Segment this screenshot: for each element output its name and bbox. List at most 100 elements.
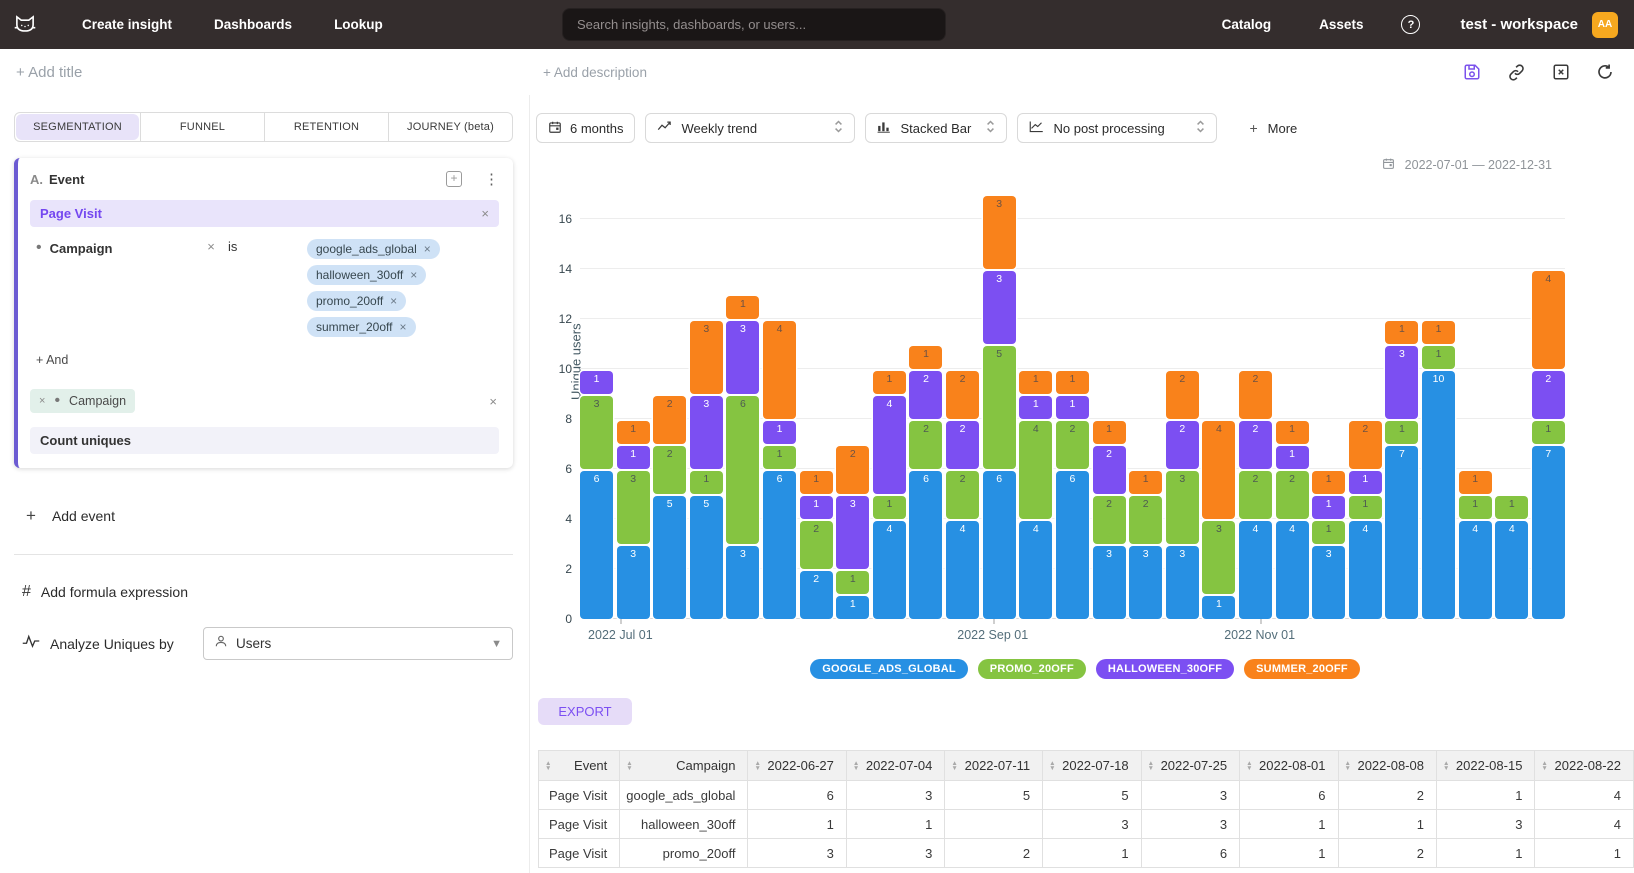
nav-catalog[interactable]: Catalog bbox=[1222, 17, 1272, 32]
workspace-name[interactable]: test - workspace bbox=[1460, 16, 1578, 33]
tab-funnel[interactable]: FUNNEL bbox=[140, 113, 264, 141]
add-formula-button[interactable]: # Add formula expression bbox=[22, 583, 513, 601]
selected-event[interactable]: Page Visit × bbox=[30, 200, 499, 227]
table-cell: 2 bbox=[1338, 839, 1436, 868]
column-header[interactable]: ▲▼Event bbox=[539, 751, 620, 781]
remove-filter-value-icon[interactable]: × bbox=[410, 268, 417, 282]
segment-value-label: 5 bbox=[653, 498, 686, 510]
filter-value-tag[interactable]: halloween_30off× bbox=[307, 265, 426, 285]
bar-segment: 1 bbox=[1349, 496, 1382, 519]
bar-segment: 6 bbox=[909, 471, 942, 619]
tab-segmentation[interactable]: SEGMENTATION bbox=[16, 114, 139, 140]
remove-event-icon[interactable]: × bbox=[481, 206, 489, 221]
filter-operator[interactable]: is bbox=[228, 239, 237, 254]
app-logo-cat-icon[interactable] bbox=[10, 10, 40, 40]
nav-assets[interactable]: Assets bbox=[1319, 17, 1363, 32]
bar-segment: 1 bbox=[690, 471, 723, 494]
bullet-icon: • bbox=[54, 392, 60, 410]
remove-breakdown-icon[interactable]: × bbox=[39, 395, 45, 407]
column-header[interactable]: ▲▼ 2022-08-01 bbox=[1240, 751, 1338, 781]
chart-type-select[interactable]: Stacked Bar bbox=[865, 113, 1007, 143]
hash-icon: # bbox=[22, 583, 31, 601]
bar-segment: 2 bbox=[1129, 496, 1162, 544]
table-cell: Page Visit bbox=[539, 810, 620, 839]
column-header[interactable]: ▲▼2022-06-27 bbox=[748, 751, 846, 781]
sort-icon[interactable]: ▲▼ bbox=[1345, 761, 1351, 771]
filter-value-tag[interactable]: google_ads_global× bbox=[307, 239, 440, 259]
segment-value-label: 3 bbox=[836, 498, 869, 510]
analyze-by-select[interactable]: Users ▼ bbox=[203, 627, 513, 660]
sort-icon[interactable]: ▲▼ bbox=[1541, 761, 1547, 771]
export-button[interactable]: EXPORT bbox=[538, 698, 632, 725]
sort-icon[interactable]: ▲▼ bbox=[754, 761, 760, 771]
column-header[interactable]: ▲▼2022-08-08 bbox=[1338, 751, 1436, 781]
column-header[interactable]: ▲▼2022-08-22 bbox=[1535, 751, 1634, 781]
add-and-condition[interactable]: + And bbox=[36, 353, 499, 367]
legend-item[interactable]: HALLOWEEN_30OFF bbox=[1096, 659, 1234, 679]
event-menu-icon[interactable]: ⋮ bbox=[484, 170, 499, 188]
column-header-label: 2022-07-18 bbox=[1060, 758, 1129, 773]
add-description-button[interactable]: + Add description bbox=[543, 65, 647, 80]
legend-item[interactable]: PROMO_20OFF bbox=[978, 659, 1086, 679]
nav-lookup[interactable]: Lookup bbox=[334, 17, 383, 32]
remove-filter-value-icon[interactable]: × bbox=[424, 242, 431, 256]
remove-filter-value-icon[interactable]: × bbox=[390, 294, 397, 308]
analyze-by-value: Users bbox=[236, 636, 271, 651]
plus-icon: + bbox=[1249, 120, 1257, 136]
bar-segment: 3 bbox=[836, 496, 869, 569]
sort-icon[interactable]: ▲▼ bbox=[951, 761, 957, 771]
duplicate-event-icon[interactable]: + bbox=[446, 171, 462, 187]
tab-journey[interactable]: JOURNEY (beta) bbox=[388, 113, 512, 141]
more-options-button[interactable]: + More bbox=[1249, 120, 1297, 136]
sort-icon[interactable]: ▲▼ bbox=[1246, 761, 1252, 771]
add-title-button[interactable]: + Add title bbox=[16, 64, 82, 81]
close-insight-icon[interactable] bbox=[1552, 63, 1570, 81]
legend-item[interactable]: GOOGLE_ADS_GLOBAL bbox=[810, 659, 968, 679]
sort-icon[interactable]: ▲▼ bbox=[545, 761, 551, 771]
add-event-button[interactable]: + Add event bbox=[26, 506, 513, 526]
filter-value-tag[interactable]: summer_20off× bbox=[307, 317, 416, 337]
segment-value-label: 3 bbox=[617, 473, 650, 485]
column-header[interactable]: ▲▼Campaign bbox=[620, 751, 748, 781]
bar-segment: 2 bbox=[1239, 471, 1272, 519]
nav-dashboards[interactable]: Dashboards bbox=[214, 17, 292, 32]
segment-value-label: 1 bbox=[617, 448, 650, 460]
remove-filter-icon[interactable]: × bbox=[198, 239, 224, 254]
legend-item[interactable]: SUMMER_20OFF bbox=[1244, 659, 1360, 679]
help-icon[interactable]: ? bbox=[1401, 15, 1420, 34]
results-table: ▲▼Event▲▼Campaign▲▼2022-06-27▲▼2022-07-0… bbox=[538, 750, 1634, 868]
aggregation-selector[interactable]: Count uniques bbox=[30, 427, 499, 454]
clear-breakdown-icon[interactable]: × bbox=[489, 394, 497, 409]
column-header[interactable]: ▲▼2022-07-04 bbox=[846, 751, 944, 781]
column-header-label: 2022-08-01 bbox=[1257, 758, 1326, 773]
segment-value-label: 1 bbox=[1276, 448, 1309, 460]
trend-select[interactable]: Weekly trend bbox=[645, 113, 855, 143]
post-processing-select[interactable]: No post processing bbox=[1017, 113, 1217, 143]
sort-icon[interactable]: ▲▼ bbox=[626, 761, 632, 771]
share-link-icon[interactable] bbox=[1507, 63, 1526, 82]
filter-property[interactable]: Campaign bbox=[50, 241, 113, 256]
segment-value-label: 4 bbox=[1459, 523, 1492, 535]
sort-icon[interactable]: ▲▼ bbox=[1049, 761, 1055, 771]
tab-retention[interactable]: RETENTION bbox=[264, 113, 388, 141]
column-header[interactable]: ▲▼2022-07-25 bbox=[1141, 751, 1239, 781]
bar-segment: 2 bbox=[800, 521, 833, 569]
time-window-button[interactable]: 6 months bbox=[536, 113, 635, 143]
filter-value-tag[interactable]: promo_20off× bbox=[307, 291, 406, 311]
column-header[interactable]: ▲▼2022-08-15 bbox=[1436, 751, 1534, 781]
user-avatar[interactable]: AA bbox=[1592, 12, 1618, 38]
segment-value-label: 2 bbox=[1239, 423, 1272, 435]
column-header[interactable]: ▲▼2022-07-11 bbox=[945, 751, 1043, 781]
nav-create-insight[interactable]: Create insight bbox=[82, 17, 172, 32]
sort-icon[interactable]: ▲▼ bbox=[853, 761, 859, 771]
save-icon[interactable] bbox=[1463, 63, 1481, 81]
table-cell: 1 bbox=[1436, 839, 1534, 868]
breakdown-pill[interactable]: × • Campaign bbox=[30, 389, 135, 413]
column-header[interactable]: ▲▼ 2022-07-18 bbox=[1043, 751, 1141, 781]
sort-icon[interactable]: ▲▼ bbox=[1443, 761, 1449, 771]
search-input[interactable]: Search insights, dashboards, or users... bbox=[562, 8, 946, 41]
sort-icon[interactable]: ▲▼ bbox=[1148, 761, 1154, 771]
refresh-icon[interactable] bbox=[1596, 63, 1614, 81]
table-cell: 3 bbox=[1141, 781, 1239, 810]
remove-filter-value-icon[interactable]: × bbox=[399, 320, 406, 334]
